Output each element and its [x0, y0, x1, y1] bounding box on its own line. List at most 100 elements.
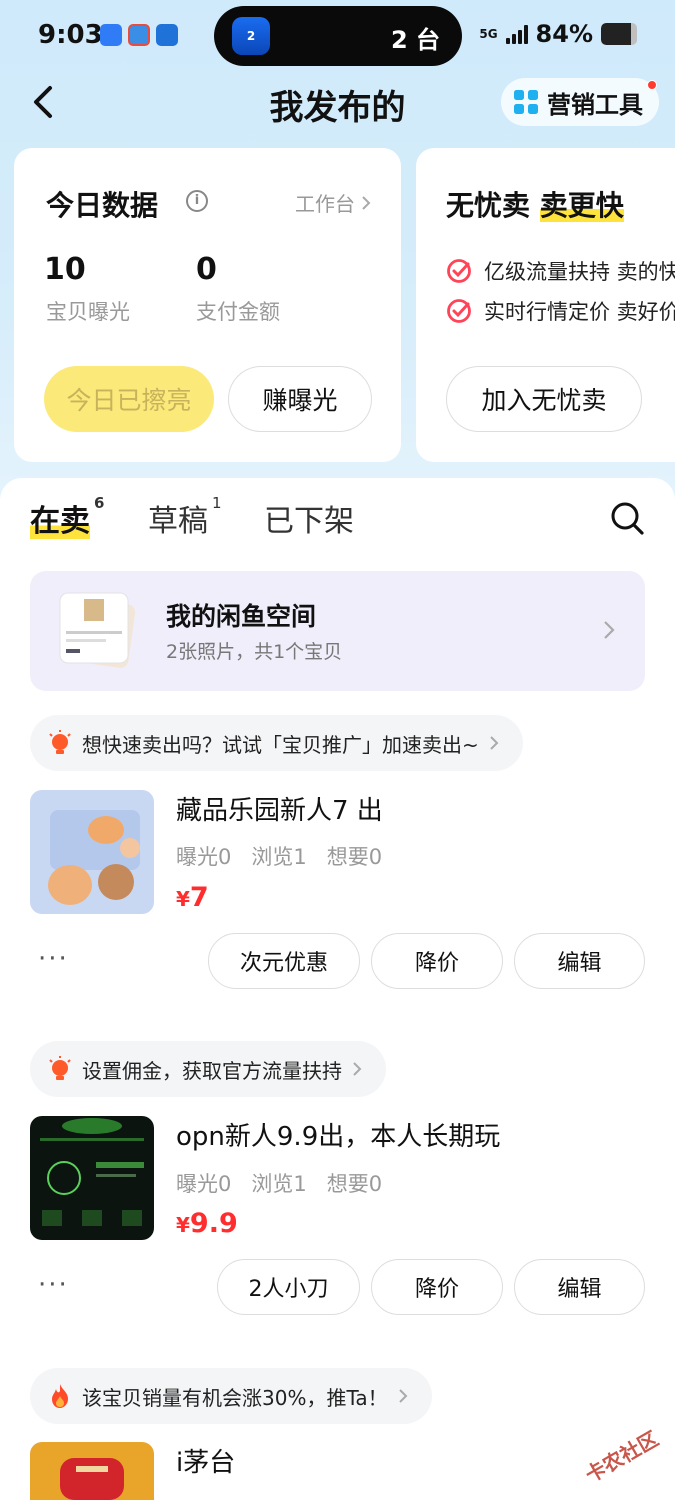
- notification-dot: [647, 80, 657, 90]
- currency-symbol: ¥: [176, 887, 190, 911]
- group-bargain-button[interactable]: 2人小刀: [217, 1259, 360, 1315]
- tab-count: 1: [212, 494, 222, 512]
- wants-stat: 想要0: [326, 845, 383, 869]
- tab-on-sale[interactable]: 在卖6: [30, 494, 105, 540]
- listings-panel: 在卖6 草稿1 已下架 我的闲鱼空间 2张照片，共1个宝贝 想快速卖出吗？试试「…: [0, 478, 675, 1500]
- chevron-right-icon: [353, 1062, 362, 1076]
- item-thumbnail[interactable]: [30, 790, 154, 914]
- feature-item: 亿级流量扶持 卖的快: [446, 256, 675, 286]
- battery-icon: [601, 23, 637, 45]
- calendar-app-icon: [128, 24, 150, 46]
- views-stat: 浏览1: [251, 845, 307, 869]
- item-price: ¥9.9: [176, 1208, 238, 1239]
- lightbulb-icon: [49, 730, 71, 754]
- system-indicators: 5G 84%: [479, 20, 637, 48]
- exposure-value: 10: [44, 252, 86, 287]
- item-stats: 曝光0 浏览1 想要0: [176, 1168, 382, 1198]
- search-button[interactable]: [609, 500, 645, 540]
- info-icon[interactable]: i: [186, 190, 208, 212]
- today-data-card: 今日数据 i 工作台 10 宝贝曝光 0 支付金额 今日已擦亮 赚曝光: [14, 148, 401, 462]
- exposure-label: 宝贝曝光: [46, 300, 130, 324]
- grid-apps-icon: [514, 90, 538, 114]
- worry-free-title-plain: 无忧卖: [446, 189, 531, 222]
- marketing-tool-button[interactable]: 营销工具: [501, 78, 659, 126]
- item-stats: 曝光0 浏览1 想要0: [176, 841, 382, 871]
- tip-text: 设置佣金，获取官方流量扶持: [82, 1058, 342, 1083]
- signal-icon: [505, 24, 528, 44]
- message-app-icon: [100, 24, 122, 46]
- commission-tip[interactable]: 设置佣金，获取官方流量扶持: [30, 1041, 386, 1097]
- price-value: 9.9: [189, 1208, 238, 1239]
- polished-today-button[interactable]: 今日已擦亮: [44, 366, 214, 432]
- exposure-stat: 曝光0: [176, 1172, 232, 1196]
- more-options-button[interactable]: ···: [38, 1270, 69, 1300]
- network-type: 5G: [479, 27, 498, 41]
- island-app-icon: 2: [232, 17, 270, 55]
- item-price: ¥7: [176, 882, 209, 913]
- lightbulb-icon: [49, 1056, 71, 1080]
- marketing-tool-label: 营销工具: [547, 90, 643, 119]
- tip-text: 该宝贝销量有机会涨30%，推Ta！: [82, 1385, 388, 1410]
- sales-boost-tip[interactable]: 该宝贝销量有机会涨30%，推Ta！: [30, 1368, 432, 1424]
- bird-app-icon: [156, 24, 178, 46]
- views-stat: 浏览1: [251, 1172, 307, 1196]
- notification-icons: [100, 24, 178, 46]
- photo-stack-icon: [59, 592, 136, 668]
- price-value: 7: [189, 882, 209, 913]
- currency-symbol: ¥: [176, 1213, 190, 1237]
- edit-button[interactable]: 编辑: [514, 1259, 645, 1315]
- battery-percent: 84%: [535, 20, 593, 48]
- dynamic-island[interactable]: 2 2 台: [214, 6, 462, 66]
- workbench-link[interactable]: 工作台: [295, 188, 371, 217]
- promotion-tip[interactable]: 想快速卖出吗？试试「宝贝推广」加速卖出~: [30, 715, 523, 771]
- item-title[interactable]: i茅台: [176, 1442, 235, 1479]
- watermark-logo: 卡农社区: [581, 1426, 663, 1488]
- fire-icon: [52, 1384, 68, 1408]
- wants-stat: 想要0: [326, 1172, 383, 1196]
- tab-drafts[interactable]: 草稿1: [148, 494, 222, 540]
- status-bar: 9:03 2 2 台 5G 84%: [0, 0, 675, 72]
- check-circle-icon: [447, 299, 471, 323]
- reduce-price-button[interactable]: 降价: [371, 1259, 503, 1315]
- xianyu-space-card[interactable]: 我的闲鱼空间 2张照片，共1个宝贝: [30, 571, 645, 691]
- chevron-right-icon: [490, 736, 499, 750]
- edit-button[interactable]: 编辑: [514, 933, 645, 989]
- exposure-stat: 曝光0: [176, 845, 232, 869]
- check-circle-icon: [447, 259, 471, 283]
- chevron-right-icon: [362, 195, 371, 210]
- status-time: 9:03: [38, 20, 103, 50]
- item-image: [30, 1442, 154, 1500]
- worry-free-title-highlight: 卖更快: [539, 189, 624, 222]
- chevron-right-icon: [398, 1389, 408, 1403]
- payment-label: 支付金额: [196, 300, 280, 324]
- island-text: 2 台: [390, 26, 440, 54]
- worry-free-title: 无忧卖 卖更快: [446, 184, 624, 224]
- workbench-label: 工作台: [295, 192, 355, 216]
- dimension-discount-button[interactable]: 次元优惠: [208, 933, 360, 989]
- space-subtitle: 2张照片，共1个宝贝: [166, 641, 343, 663]
- tab-on-sale-label: 在卖: [30, 504, 90, 539]
- search-icon: [611, 502, 644, 535]
- payment-value: 0: [196, 252, 217, 287]
- item-thumbnail[interactable]: [30, 1442, 154, 1500]
- feature-item: 实时行情定价 卖好价: [446, 296, 675, 326]
- feature-text: 亿级流量扶持 卖的快: [484, 260, 675, 284]
- item-title[interactable]: 藏品乐园新人7 出: [176, 790, 383, 827]
- space-title: 我的闲鱼空间: [166, 602, 317, 631]
- earn-exposure-button[interactable]: 赚曝光: [228, 366, 372, 432]
- reduce-price-button[interactable]: 降价: [371, 933, 503, 989]
- today-data-title: 今日数据: [46, 189, 159, 222]
- tab-count: 6: [94, 494, 105, 512]
- tab-delisted[interactable]: 已下架: [264, 496, 354, 540]
- tab-drafts-label: 草稿: [148, 504, 208, 539]
- feature-text: 实时行情定价 卖好价: [484, 300, 675, 324]
- item-image: [30, 790, 154, 914]
- more-options-button[interactable]: ···: [38, 944, 69, 974]
- item-title[interactable]: opn新人9.9出，本人长期玩: [176, 1116, 500, 1153]
- tip-text: 想快速卖出吗？试试「宝贝推广」加速卖出~: [82, 732, 479, 757]
- tab-delisted-label: 已下架: [264, 504, 354, 539]
- item-image: [30, 1116, 154, 1240]
- join-worry-free-button[interactable]: 加入无忧卖: [446, 366, 642, 432]
- worry-free-card: 无忧卖 卖更快 亿级流量扶持 卖的快 实时行情定价 卖好价 加入无忧卖: [416, 148, 675, 462]
- item-thumbnail[interactable]: [30, 1116, 154, 1240]
